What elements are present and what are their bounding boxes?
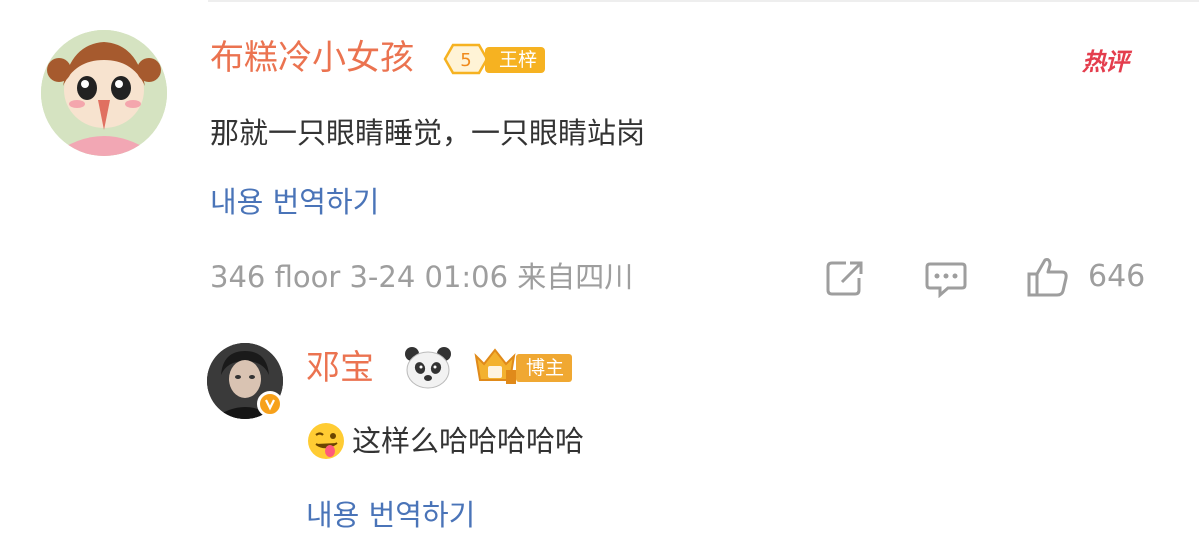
reply-text: 这样么哈哈哈哈哈 bbox=[352, 424, 585, 458]
translate-link[interactable]: 내용 번역하기 bbox=[210, 184, 379, 220]
like-count: 646 bbox=[1088, 259, 1146, 294]
verified-icon bbox=[257, 391, 283, 417]
title-badge-label: 王梓 bbox=[485, 47, 546, 73]
comment-meta: 346 floor 3-24 01:06 来自四川 bbox=[210, 260, 634, 294]
commenter-avatar-illustration bbox=[41, 30, 167, 156]
role-badge-label: 博主 bbox=[516, 354, 573, 382]
comment-icon[interactable] bbox=[924, 258, 968, 298]
verified-check-icon bbox=[265, 399, 275, 411]
panda-emoji-icon bbox=[405, 347, 451, 389]
thumbs-up-icon[interactable] bbox=[1026, 256, 1070, 298]
commenter-avatar[interactable] bbox=[41, 30, 167, 156]
reply-username[interactable]: 邓宝 bbox=[306, 348, 374, 388]
level-number: 5 bbox=[460, 50, 471, 71]
comment-text: 那就一只眼睛睡觉，一只眼睛站岗 bbox=[210, 116, 646, 150]
level-diamond-icon: 5 bbox=[443, 43, 489, 75]
level-badge[interactable]: 5 王梓 bbox=[443, 41, 546, 77]
crown-icon bbox=[474, 348, 516, 384]
share-icon[interactable] bbox=[824, 258, 866, 298]
winking-face-with-tongue-icon bbox=[308, 423, 344, 459]
reply-translate-link[interactable]: 내용 번역하기 bbox=[306, 497, 475, 533]
hot-comment-badge: 热评 bbox=[1082, 48, 1129, 76]
commenter-username[interactable]: 布糕冷小女孩 bbox=[210, 38, 414, 78]
blogger-badge[interactable]: 博主 bbox=[470, 346, 582, 388]
top-divider bbox=[208, 0, 1199, 2]
reply-text-row: 这样么哈哈哈哈哈 bbox=[306, 421, 584, 461]
